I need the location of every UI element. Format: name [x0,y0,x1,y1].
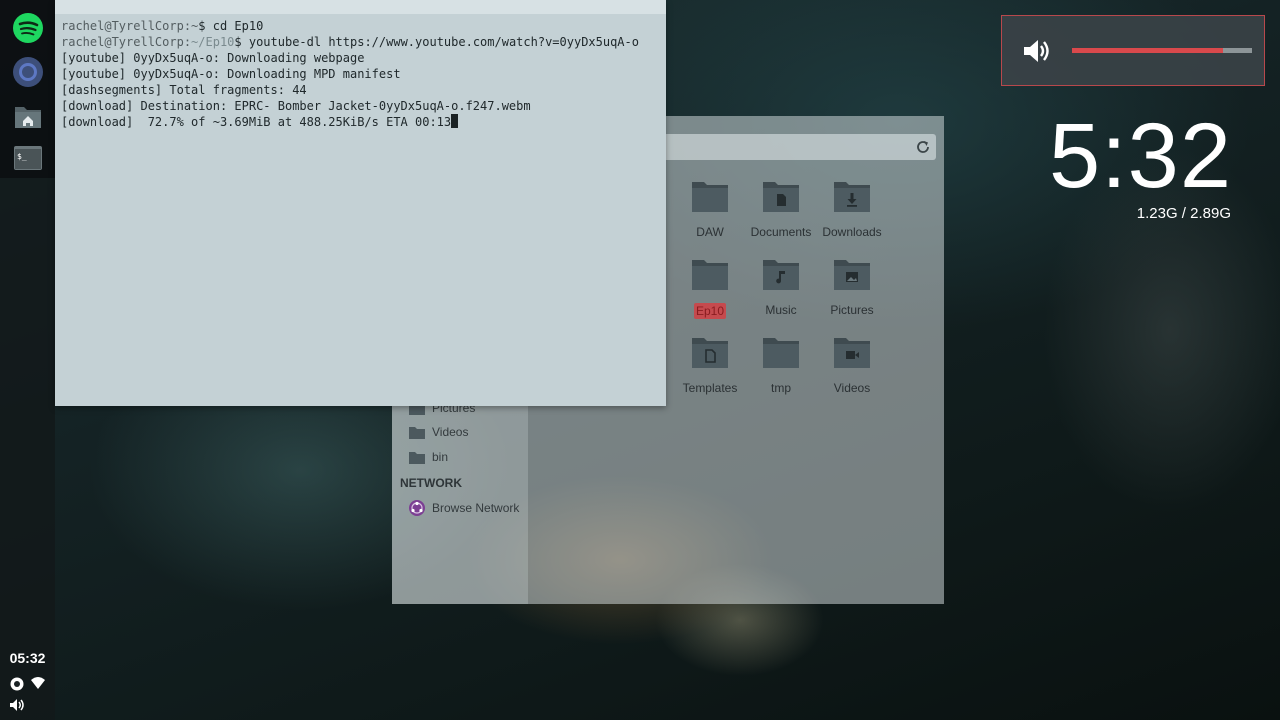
volume-icon[interactable] [9,697,25,713]
desktop-clock: 5:32 [1048,105,1232,207]
file-name: Music [765,303,797,317]
folder-documents-icon [763,182,799,212]
folder-icon [409,451,425,464]
dock-chromium[interactable] [10,54,46,90]
status-icon[interactable] [9,676,25,692]
volume-level-fill [1072,48,1224,53]
terminal-prompt: rachel@TyrellCorp: [61,19,192,33]
folder-music-icon [763,260,799,290]
terminal-cursor [451,114,459,128]
spotify-icon [13,13,43,43]
terminal-prompt: rachel@TyrellCorp: [61,35,192,49]
terminal-output-line: [download] 72.7% of ~3.69MiB at 488.25Ki… [61,115,452,129]
file-name: Pictures [830,303,874,317]
sidebar-item-videos[interactable]: Videos [408,422,468,442]
file-name: DAW [696,225,724,239]
sidebar-item-browse-network[interactable]: Browse Network [408,498,519,518]
sidebar-section-network: NETWORK [400,476,462,490]
terminal-titlebar[interactable] [55,0,666,14]
sidebar-item-label: Videos [432,425,469,439]
file-name: Downloads [822,225,882,239]
speaker-icon [1024,40,1049,62]
folder-icon [763,338,799,368]
file-item-downloads[interactable]: Downloads [807,179,897,249]
folder-videos-icon [834,338,870,368]
sidebar-item-label: Browse Network [432,501,520,515]
file-name: tmp [770,381,791,395]
terminal-window[interactable]: rachel@TyrellCorp:~$ cd Ep10 rachel@Tyrel… [55,0,666,406]
file-name: Templates [682,381,738,395]
dock-clock: 05:32 [9,650,46,666]
network-icon [409,500,425,516]
dock-terminal[interactable]: $_ [10,140,46,176]
terminal-progress-line: [download] 72.7% of ~3.69MiB at 488.25Ki… [61,114,661,130]
terminal-command: $ youtube-dl https://www.youtube.com/wat… [234,35,639,49]
folder-icon [409,426,425,439]
terminal-command: $ cd Ep10 [198,19,264,33]
folder-icon [692,260,728,290]
file-name: Videos [833,381,871,395]
file-item-pictures[interactable]: Pictures [807,257,897,327]
terminal-line: rachel@TyrellCorp:~$ cd Ep10 [61,18,661,34]
dock-files[interactable] [10,98,46,134]
terminal-output-line: [youtube] 0yyDx5uqA-o: Downloading webpa… [61,51,365,65]
terminal-output-line: [download] Destination: EPRC- Bomber Jac… [61,99,531,113]
sidebar-item-label: bin [432,450,449,464]
dock-spotify[interactable] [10,10,46,46]
volume-slider[interactable] [1072,48,1252,53]
wifi-icon[interactable] [30,675,46,691]
terminal-output[interactable]: rachel@TyrellCorp:~$ cd Ep10 rachel@Tyrel… [61,18,661,130]
svg-text:$_: $_ [17,152,27,161]
refresh-icon[interactable] [914,138,932,156]
terminal-icon: $_ [14,146,42,170]
folder-home-icon [15,107,41,128]
sidebar-item-bin[interactable]: bin [408,447,448,467]
volume-osd [1001,15,1265,86]
folder-downloads-icon [834,182,870,212]
file-name: Documents [750,225,812,239]
dock: $_ 05:32 [0,0,55,720]
terminal-output-line: [youtube] 0yyDx5uqA-o: Downloading MPD m… [61,67,401,81]
file-item-videos[interactable]: Videos [807,335,897,405]
folder-icon [692,182,728,212]
memory-usage: 1.23G / 2.89G [1136,205,1231,222]
terminal-cwd: ~/Ep10 [191,35,235,49]
terminal-line: rachel@TyrellCorp:~/Ep10$ youtube-dl htt… [61,34,661,50]
chromium-icon [13,57,43,87]
terminal-output-line: [dashsegments] Total fragments: 44 [61,83,307,97]
file-name-selected: Ep10 [693,303,727,319]
folder-pictures-icon [834,260,870,290]
folder-templates-icon [692,338,728,368]
